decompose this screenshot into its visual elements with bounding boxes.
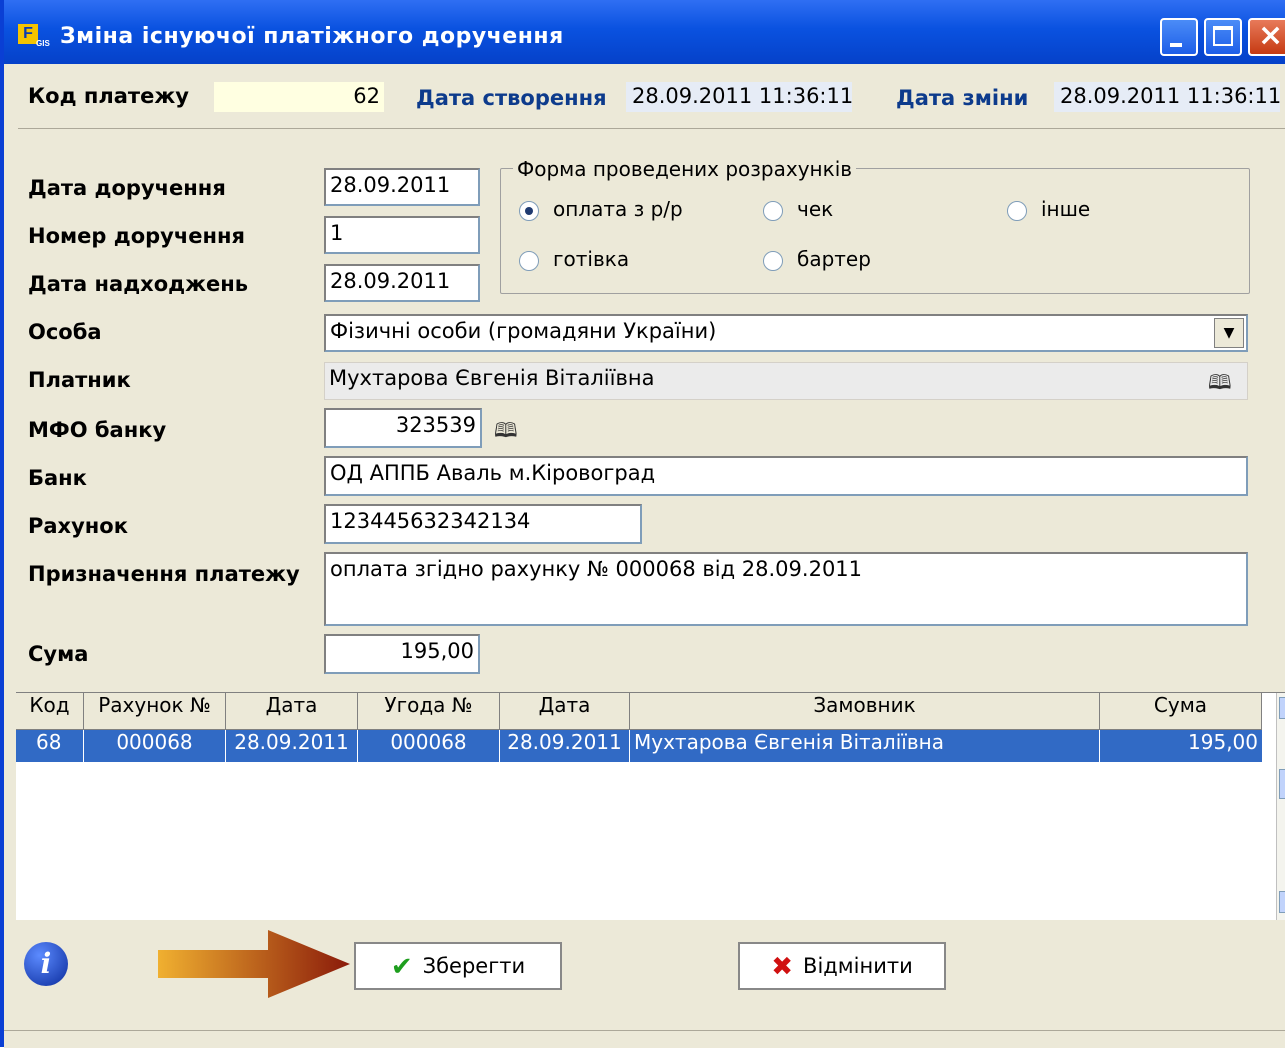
radio-selected-icon [519, 200, 539, 221]
column-header[interactable]: Рахунок № [84, 693, 226, 729]
dialog-window: F GIS Зміна існуючої платіжного доручення… [0, 0, 1285, 1048]
person-select[interactable]: Фізичні особи (громадяни України) ▼ [324, 314, 1248, 352]
payer-label: Платник [28, 368, 131, 392]
changed-value: 28.09.2011 11:36:11 [1060, 84, 1282, 108]
chevron-down-icon[interactable]: ▼ [1214, 318, 1244, 348]
radio-check[interactable]: чек [763, 197, 833, 221]
header-panel: Код платежу 62 Дата створення 28.09.2011… [18, 66, 1285, 129]
created-value: 28.09.2011 11:36:11 [632, 84, 854, 108]
person-label: Особа [28, 320, 102, 344]
order-date-input[interactable]: 28.09.2011 [324, 168, 480, 206]
table-cell: 68 [16, 730, 84, 762]
scroll-down-icon[interactable]: ▼ [1279, 891, 1285, 913]
scroll-thumb[interactable] [1279, 769, 1285, 799]
order-number-input[interactable]: 1 [324, 216, 480, 254]
sum-input[interactable]: 195,00 [324, 634, 480, 674]
table-row[interactable]: 68 000068 28.09.2011 000068 28.09.2011 М… [16, 730, 1262, 762]
radio-icon [763, 200, 783, 221]
minimize-button[interactable] [1160, 18, 1198, 56]
bank-label: Банк [28, 466, 87, 490]
changed-label: Дата зміни [896, 86, 1029, 110]
window-title: Зміна існуючої платіжного доручення [60, 24, 564, 49]
check-icon: ✔ [390, 952, 413, 982]
radio-icon [1007, 200, 1027, 221]
created-label: Дата створення [416, 86, 607, 110]
table-cell: 28.09.2011 [500, 730, 630, 762]
maximize-button[interactable] [1204, 18, 1242, 56]
radio-barter[interactable]: бартер [763, 247, 871, 271]
app-icon: F GIS [18, 24, 50, 48]
sum-label: Сума [28, 642, 89, 666]
book-icon[interactable]: 🕮 [494, 416, 518, 450]
radio-bank-transfer[interactable]: оплата з р/р [519, 197, 683, 221]
table-header: Код Рахунок № Дата Угода № Дата Замовник… [16, 693, 1262, 730]
radio-other[interactable]: інше [1007, 197, 1090, 221]
scroll-up-icon[interactable]: ▲ [1279, 697, 1285, 719]
radio-icon [519, 250, 539, 271]
column-header[interactable]: Сума [1100, 693, 1262, 729]
info-icon[interactable]: i [24, 942, 68, 986]
column-header[interactable]: Дата [500, 693, 630, 729]
book-icon[interactable]: 🕮 [1208, 368, 1232, 402]
changed-value-box: 28.09.2011 11:36:11 [1054, 82, 1282, 112]
code-label: Код платежу [28, 84, 189, 108]
table-cell: 28.09.2011 [226, 730, 358, 762]
bank-input[interactable]: ОД АППБ Аваль м.Кіровоград [324, 456, 1248, 496]
code-value-box: 62 [214, 82, 384, 112]
column-header[interactable]: Замовник [630, 693, 1100, 729]
radio-cash[interactable]: готівка [519, 247, 629, 271]
title-bar[interactable]: F GIS Зміна існуючої платіжного доручення… [4, 0, 1285, 64]
close-button[interactable]: × [1248, 18, 1285, 56]
arrow-icon [158, 930, 350, 998]
created-value-box: 28.09.2011 11:36:11 [626, 82, 854, 112]
table-cell: 000068 [358, 730, 500, 762]
save-button[interactable]: ✔ Зберегти [354, 942, 562, 990]
table-cell: Мухтарова Євгенія Віталіївна [630, 730, 1100, 762]
receipt-date-input[interactable]: 28.09.2011 [324, 264, 480, 302]
payment-form-title: Форма проведених розрахунків [513, 157, 857, 181]
account-input[interactable]: 123445632342134 [324, 504, 642, 544]
purpose-label: Призначення платежу [28, 562, 300, 586]
vertical-scrollbar[interactable]: ▲ ▼ [1276, 693, 1285, 921]
order-number-label: Номер доручення [28, 224, 246, 248]
payer-field: Мухтарова Євгенія Віталіївна [324, 362, 1248, 400]
status-bar [4, 1030, 1285, 1048]
code-value: 62 [353, 84, 380, 108]
purpose-textarea[interactable]: оплата згідно рахунку № 000068 від 28.09… [324, 552, 1248, 626]
mfo-label: МФО банку [28, 418, 167, 442]
radio-icon [763, 250, 783, 271]
button-bar: i ✔ Зберегти ✖ Відмінити [4, 920, 1285, 1047]
column-header[interactable]: Угода № [358, 693, 500, 729]
receipt-date-label: Дата надходжень [28, 272, 249, 296]
column-header[interactable]: Код [16, 693, 84, 729]
account-label: Рахунок [28, 514, 128, 538]
table-cell: 195,00 [1188, 730, 1258, 754]
column-header[interactable]: Дата [226, 693, 358, 729]
table-cell: 000068 [84, 730, 226, 762]
cancel-button[interactable]: ✖ Відмінити [738, 942, 946, 990]
payment-form-group: Форма проведених розрахунків оплата з р/… [500, 157, 1250, 294]
mfo-input[interactable]: 323539 [324, 408, 482, 448]
order-date-label: Дата доручення [28, 176, 226, 200]
cross-icon: ✖ [771, 952, 794, 982]
close-icon: × [1258, 18, 1284, 53]
invoices-table: Код Рахунок № Дата Угода № Дата Замовник… [16, 692, 1285, 921]
